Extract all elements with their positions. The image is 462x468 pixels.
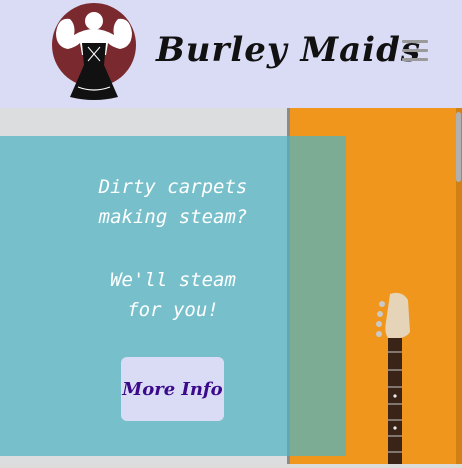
hero-line-4: for you! (127, 299, 219, 321)
more-info-button[interactable]: More Info (121, 357, 224, 421)
site-header: Burley Maids (0, 0, 462, 108)
hero-headline: Dirty carpets making steam? (0, 172, 346, 232)
hero-line-3: We'll steam (110, 269, 236, 291)
guitar-icon (370, 292, 420, 464)
hero-line-1: Dirty carpets (98, 176, 248, 198)
logo-icon[interactable] (48, 3, 140, 103)
hero-subline: We'll steam for you! (0, 265, 346, 325)
brand-title[interactable]: Burley Maids (156, 30, 421, 70)
hamburger-menu-icon[interactable] (402, 40, 428, 64)
hero-line-2: making steam? (98, 206, 248, 228)
page-scrollbar-thumb[interactable] (456, 112, 461, 182)
